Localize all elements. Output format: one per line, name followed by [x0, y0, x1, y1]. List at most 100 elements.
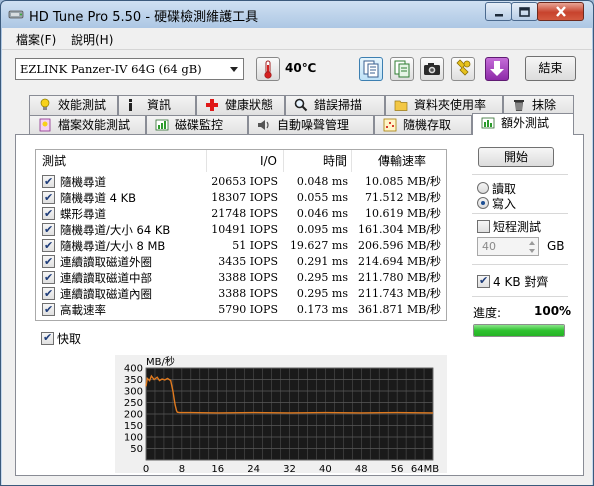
- column-header-test[interactable]: 測試: [36, 150, 207, 172]
- app-window: HD Tune Pro 5.50 - 硬碟檢測維護工具 檔案(F) 說明(H) …: [0, 0, 594, 486]
- table-row[interactable]: 連續讀取磁道外圈 3435 IOPS 0.291 ms 214.694 MB/秒: [36, 254, 446, 270]
- table-row[interactable]: 連續讀取磁道中部 3388 IOPS 0.295 ms 211.780 MB/秒: [36, 270, 446, 286]
- test-rate: 10.619 MB/秒: [364, 207, 441, 220]
- table-row[interactable]: 隨機尋道 4 KB 18307 IOPS 0.055 ms 71.512 MB/秒: [36, 190, 446, 206]
- start-button[interactable]: 開始: [478, 147, 554, 167]
- spin-down-icon[interactable]: [527, 247, 537, 255]
- chart-x-tick-label: 64MB: [411, 464, 439, 473]
- test-io: 3435 IOPS: [218, 255, 278, 268]
- speaker-icon: [258, 120, 269, 130]
- write-radio-label[interactable]: 寫入: [492, 195, 516, 212]
- test-time: 0.295 ms: [296, 271, 348, 284]
- chart-x-tick-label: 8: [179, 464, 185, 473]
- short-test-label[interactable]: 短程測試: [493, 218, 541, 235]
- test-list[interactable]: 測試 I/O 時間 傳輸速率 隨機尋道 20653 IOPS 0.048 ms 10.…: [35, 149, 447, 321]
- test-name: 隨機尋道/大小 64 KB: [60, 223, 171, 237]
- close-icon: [555, 6, 566, 17]
- title-bar[interactable]: HD Tune Pro 5.50 - 硬碟檢測維護工具: [1, 1, 593, 27]
- table-row[interactable]: 隨機尋道/大小 64 KB 10491 IOPS 0.095 ms 161.304 M…: [36, 222, 446, 238]
- write-radio[interactable]: [477, 197, 489, 209]
- tab-health[interactable]: 健康狀態: [196, 95, 285, 115]
- test-io: 18307 IOPS: [211, 191, 278, 204]
- chart-y-tick-label: 100: [124, 433, 143, 444]
- chart-x-tick-label: 40: [319, 464, 332, 473]
- column-header-rate[interactable]: 傳輸速率: [352, 150, 446, 172]
- fast-label[interactable]: 快取: [57, 330, 81, 347]
- read-radio[interactable]: [477, 182, 489, 194]
- test-row-checkbox[interactable]: [42, 302, 55, 318]
- tab-health-label: 健康狀態: [225, 98, 274, 112]
- drive-select[interactable]: EZLINK Panzer-IV 64G (64 gB): [15, 58, 244, 80]
- menu-file[interactable]: 檔案(F): [16, 31, 56, 48]
- test-row-checkbox[interactable]: [42, 270, 55, 286]
- menu-help[interactable]: 說明(H): [71, 31, 113, 48]
- maximize-button[interactable]: [511, 2, 538, 21]
- tab-folder-usage-label: 資料夾使用率: [414, 98, 487, 112]
- test-rate: 71.512 MB/秒: [364, 191, 441, 204]
- test-name: 隨機尋道 4 KB: [60, 191, 137, 205]
- tab-aam[interactable]: 自動噪聲管理: [248, 115, 374, 135]
- progress-value: 100%: [534, 304, 572, 318]
- tab-folder-usage[interactable]: 資料夾使用率: [385, 95, 503, 115]
- short-test-size-value: 40: [482, 240, 496, 253]
- test-time: 0.048 ms: [296, 175, 348, 188]
- test-time: 19.627 ms: [289, 239, 348, 252]
- health-cross-icon: [206, 99, 218, 111]
- test-rate: 206.596 MB/秒: [357, 239, 441, 252]
- tab-disk-monitor[interactable]: 磁碟監控: [146, 115, 248, 135]
- temperature-icon-box: [256, 57, 280, 81]
- magnifier-icon: [294, 98, 308, 112]
- table-row[interactable]: 高載速率 5790 IOPS 0.173 ms 361.871 MB/秒: [36, 302, 446, 318]
- chart-x-tick-label: 56: [391, 464, 404, 473]
- test-rate: 10.085 MB/秒: [364, 175, 441, 188]
- tab-file-benchmark-label: 檔案效能測試: [58, 118, 131, 132]
- test-row-checkbox[interactable]: [42, 238, 55, 254]
- progress-bar-fill: [474, 325, 564, 336]
- tab-info[interactable]: 資訊: [118, 95, 196, 115]
- chart-x-tick-label: 16: [211, 464, 224, 473]
- minimize-button[interactable]: [485, 2, 512, 21]
- chart-y-tick-label: 150: [124, 421, 143, 432]
- tab-info-label: 資訊: [147, 98, 172, 112]
- copy-all-button[interactable]: [390, 57, 414, 81]
- screenshot-button[interactable]: [420, 57, 444, 81]
- options-separator-1: [472, 174, 568, 175]
- test-name: 連續讀取磁道外圈: [60, 255, 152, 269]
- test-row-checkbox[interactable]: [42, 286, 55, 302]
- table-row[interactable]: 蝶形尋道 21748 IOPS 0.046 ms 10.619 MB/秒: [36, 206, 446, 222]
- fast-checkbox[interactable]: [41, 331, 54, 345]
- test-rate: 211.780 MB/秒: [357, 271, 441, 284]
- chart-y-tick-label: 300: [124, 387, 143, 398]
- save-button[interactable]: [485, 57, 509, 81]
- table-row[interactable]: 隨機尋道/大小 8 MB 51 IOPS 19.627 ms 206.596 MB/秒: [36, 238, 446, 254]
- tab-benchmark[interactable]: 效能測試: [29, 95, 118, 115]
- test-row-checkbox[interactable]: [42, 190, 55, 206]
- options-button[interactable]: [451, 57, 475, 81]
- minimize-icon: [494, 14, 503, 17]
- close-button[interactable]: [537, 2, 584, 21]
- column-header-time[interactable]: 時間: [284, 150, 352, 172]
- table-row[interactable]: 隨機尋道 20653 IOPS 0.048 ms 10.085 MB/秒: [36, 174, 446, 190]
- exit-button[interactable]: 結束: [525, 56, 576, 81]
- short-test-size-input[interactable]: 40: [477, 237, 539, 256]
- test-row-checkbox[interactable]: [42, 206, 55, 222]
- table-row[interactable]: 連續讀取磁道內圈 3388 IOPS 0.295 ms 211.743 MB/秒: [36, 286, 446, 302]
- column-header-io[interactable]: I/O: [207, 150, 284, 172]
- align-4kb-label[interactable]: 4 KB 對齊: [493, 273, 548, 290]
- tab-random-access[interactable]: 隨機存取: [374, 115, 472, 135]
- align-4kb-checkbox[interactable]: [477, 274, 490, 288]
- short-test-checkbox[interactable]: [477, 220, 490, 233]
- tab-error-scan[interactable]: 錯誤掃描: [285, 95, 385, 115]
- test-io: 5790 IOPS: [218, 303, 278, 316]
- test-row-checkbox[interactable]: [42, 222, 55, 238]
- test-time: 0.173 ms: [296, 303, 348, 316]
- window-title: HD Tune Pro 5.50 - 硬碟檢測維護工具: [29, 10, 259, 25]
- test-time: 0.295 ms: [296, 287, 348, 300]
- test-row-checkbox[interactable]: [42, 254, 55, 270]
- copy-text-button[interactable]: [359, 57, 383, 81]
- spin-up-icon[interactable]: [527, 239, 537, 247]
- tab-extra-tests[interactable]: 額外測試: [472, 113, 574, 135]
- tab-erase[interactable]: 抹除: [503, 95, 574, 115]
- tab-file-benchmark[interactable]: 檔案效能測試: [29, 115, 146, 135]
- test-row-checkbox[interactable]: [42, 174, 55, 190]
